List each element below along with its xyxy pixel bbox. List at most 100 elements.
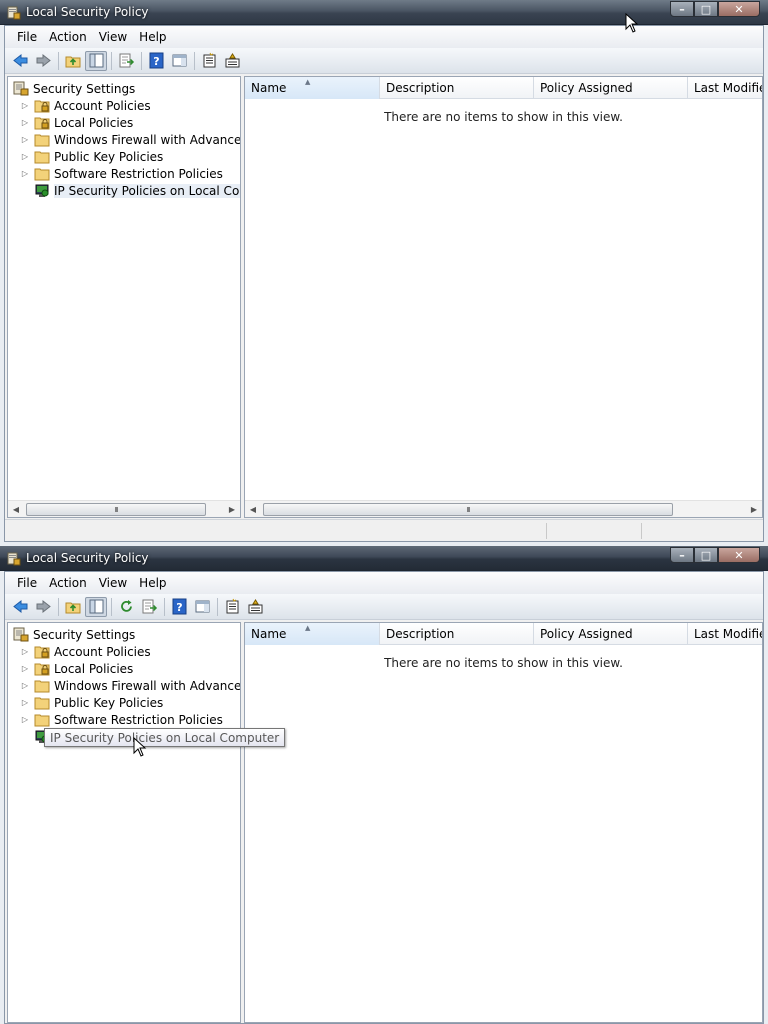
- column-header-last-modified[interactable]: Last Modified: [688, 77, 762, 99]
- menu-view[interactable]: View: [93, 576, 133, 590]
- tree-item-windows-firewall[interactable]: ▷ Windows Firewall with Advanced Securit…: [20, 131, 241, 148]
- expand-triangle-icon[interactable]: ▷: [20, 135, 30, 145]
- expand-triangle-icon[interactable]: ▷: [20, 647, 30, 657]
- locked-folder-icon: [34, 117, 50, 130]
- toolbar: ?: [5, 594, 763, 620]
- expand-triangle-icon[interactable]: ▷: [20, 169, 30, 179]
- status-bar: [5, 519, 763, 541]
- results-list[interactable]: Name ▲ Description Policy Assigned Last …: [244, 76, 763, 518]
- tree-item-local-policies[interactable]: ▷ Local Policies: [20, 660, 133, 677]
- help-button[interactable]: ?: [168, 597, 190, 617]
- scroll-thumb[interactable]: III: [26, 503, 206, 516]
- console-tree[interactable]: Security Settings ▷ Account Policies ▷ L…: [7, 76, 241, 518]
- menu-help[interactable]: Help: [133, 576, 172, 590]
- tooltip: IP Security Policies on Local Computer: [44, 728, 286, 747]
- expand-triangle-icon[interactable]: ▷: [20, 101, 30, 111]
- close-button[interactable]: ✕: [718, 1, 760, 17]
- show-hide-console-tree-button[interactable]: [85, 596, 107, 617]
- forward-button[interactable]: [32, 597, 54, 617]
- tree-item-software-restriction-policies[interactable]: ▷ Software Restriction Policies: [20, 711, 223, 728]
- expand-triangle-icon[interactable]: ▷: [20, 152, 30, 162]
- column-header-policy-assigned[interactable]: Policy Assigned: [534, 623, 688, 645]
- empty-list-message: There are no items to show in this view.: [384, 656, 623, 670]
- column-header-policy-assigned[interactable]: Policy Assigned: [534, 77, 688, 99]
- show-hide-action-pane-button[interactable]: [168, 51, 190, 71]
- export-list-button[interactable]: [138, 597, 160, 617]
- expand-triangle-icon[interactable]: ▷: [20, 715, 30, 725]
- export-list-button[interactable]: [115, 51, 137, 71]
- window-title: Local Security Policy: [26, 5, 149, 19]
- expand-triangle-icon[interactable]: ▷: [20, 664, 30, 674]
- maximize-button[interactable]: □: [694, 547, 718, 563]
- back-arrow-icon: [12, 599, 27, 614]
- expand-triangle-icon[interactable]: ▷: [20, 681, 30, 691]
- menu-help[interactable]: Help: [133, 30, 172, 44]
- tree-label: Account Policies: [54, 644, 151, 659]
- up-one-level-button[interactable]: [62, 51, 84, 71]
- refresh-button[interactable]: [115, 597, 137, 617]
- toolbar-separator: [111, 51, 112, 70]
- column-header-last-modified[interactable]: Last Modified: [688, 623, 762, 645]
- tree-label: Windows Firewall with Advanced Security: [54, 132, 241, 147]
- column-header-description[interactable]: Description: [380, 623, 534, 645]
- menu-view[interactable]: View: [93, 30, 133, 44]
- column-header-name[interactable]: Name ▲: [245, 77, 380, 99]
- tree-item-public-key-policies[interactable]: ▷ Public Key Policies: [20, 148, 163, 165]
- up-one-level-button[interactable]: [62, 597, 84, 617]
- show-hide-console-tree-button[interactable]: [85, 50, 107, 71]
- security-settings-icon: [13, 627, 29, 642]
- up-folder-icon: [65, 602, 80, 614]
- tree-item-account-policies[interactable]: ▷ Account Policies: [20, 97, 151, 114]
- menu-action[interactable]: Action: [43, 576, 93, 590]
- scroll-left-arrow-icon[interactable]: ◀: [245, 501, 261, 517]
- manage-filter-lists-button[interactable]: [244, 597, 266, 617]
- expand-triangle-icon[interactable]: ▷: [20, 118, 30, 128]
- scroll-thumb[interactable]: III: [263, 503, 673, 516]
- tree-item-windows-firewall[interactable]: ▷ Windows Firewall with Advanced Securit…: [20, 677, 240, 694]
- close-button[interactable]: ✕: [718, 547, 760, 563]
- help-button[interactable]: ?: [145, 51, 167, 71]
- tree-horizontal-scrollbar[interactable]: ◀ III ▶: [8, 500, 240, 517]
- scroll-right-arrow-icon[interactable]: ▶: [224, 501, 240, 517]
- create-ip-security-policy-button[interactable]: [221, 597, 243, 617]
- back-button[interactable]: [9, 597, 31, 617]
- title-bar[interactable]: Local Security Policy – □ ✕: [0, 0, 768, 25]
- list-horizontal-scrollbar[interactable]: ◀ III ▶: [245, 500, 762, 517]
- locked-folder-icon: [34, 663, 50, 676]
- tree-root-security-settings[interactable]: Security Settings: [13, 80, 135, 97]
- menu-file[interactable]: File: [11, 30, 43, 44]
- column-header-description[interactable]: Description: [380, 77, 534, 99]
- column-header-name[interactable]: Name ▲: [245, 623, 380, 645]
- minimize-button[interactable]: –: [670, 1, 694, 17]
- close-icon: ✕: [734, 548, 744, 562]
- window-frame: File Action View Help ? Security Setting…: [4, 25, 764, 542]
- manage-filter-lists-button[interactable]: [221, 51, 243, 71]
- scroll-left-arrow-icon[interactable]: ◀: [8, 501, 24, 517]
- show-hide-action-pane-button[interactable]: [191, 597, 213, 617]
- tree-item-local-policies[interactable]: ▷ Local Policies: [20, 114, 133, 131]
- expand-triangle-icon[interactable]: ▷: [20, 698, 30, 708]
- maximize-button[interactable]: □: [694, 1, 718, 17]
- column-label: Last Modified: [694, 81, 762, 95]
- tree-item-public-key-policies[interactable]: ▷ Public Key Policies: [20, 694, 163, 711]
- toolbar: ?: [5, 48, 763, 74]
- title-bar[interactable]: Local Security Policy – □ ✕: [0, 546, 768, 571]
- minimize-button[interactable]: –: [670, 547, 694, 563]
- column-label: Description: [386, 627, 455, 641]
- forward-button[interactable]: [32, 51, 54, 71]
- menu-action[interactable]: Action: [43, 30, 93, 44]
- scroll-right-arrow-icon[interactable]: ▶: [746, 501, 762, 517]
- back-button[interactable]: [9, 51, 31, 71]
- results-list[interactable]: Name ▲ Description Policy Assigned Last …: [244, 622, 763, 1023]
- grip-icon: III: [114, 505, 118, 514]
- tree-item-ip-security-policies[interactable]: IP Security Policies on Local Computer: [34, 182, 240, 199]
- tree-item-software-restriction-policies[interactable]: ▷ Software Restriction Policies: [20, 165, 223, 182]
- console-tree[interactable]: Security Settings ▷ Account Policies ▷ L…: [7, 622, 241, 1023]
- menu-file[interactable]: File: [11, 576, 43, 590]
- mouse-pointer-icon: [133, 737, 147, 757]
- tree-root-security-settings[interactable]: Security Settings: [13, 626, 135, 643]
- tree-item-account-policies[interactable]: ▷ Account Policies: [20, 643, 151, 660]
- create-ip-security-policy-button[interactable]: [198, 51, 220, 71]
- help-icon: ?: [172, 598, 186, 615]
- close-icon: ✕: [734, 2, 744, 16]
